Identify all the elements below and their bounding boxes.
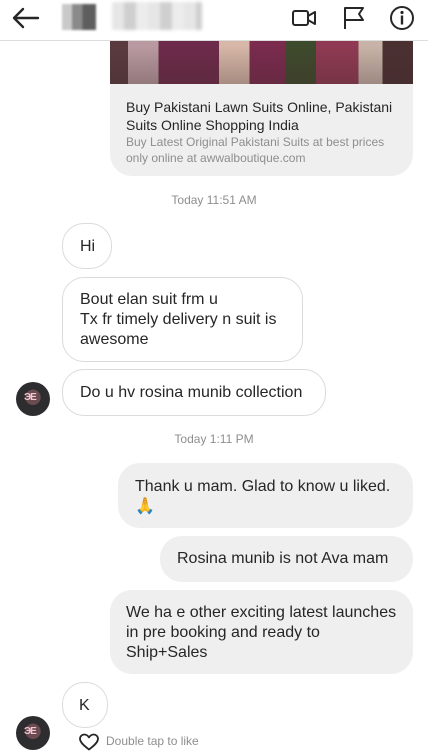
message-bubble-sent[interactable]: Thank u mam. Glad to know u liked. 🙏 bbox=[118, 463, 413, 528]
timestamp: Today 11:51 AM bbox=[171, 193, 257, 207]
double-tap-hint: Double tap to like bbox=[106, 734, 199, 748]
message-bubble-sent[interactable]: Rosina munib is not Ava mam bbox=[160, 536, 413, 582]
message-bubble-received[interactable]: Do u hv rosina munib collection bbox=[62, 369, 326, 416]
message-bubble-sent[interactable]: We ha e other exciting latest launches i… bbox=[110, 590, 413, 674]
contact-profile-avatar[interactable]: ЭE bbox=[16, 382, 50, 416]
message-bubble-received[interactable]: K bbox=[62, 682, 108, 728]
contact-name[interactable] bbox=[112, 2, 202, 30]
flag-icon[interactable] bbox=[340, 4, 368, 32]
video-camera-icon[interactable] bbox=[290, 4, 318, 32]
message-text: Hi bbox=[80, 238, 96, 255]
message-text: Thank u mam. Glad to know u liked. 🙏 bbox=[135, 478, 391, 515]
contact-profile-avatar[interactable]: ЭE bbox=[16, 716, 50, 750]
message-bubble-received[interactable]: Bout elan suit frm u Tx fr timely delive… bbox=[62, 277, 303, 362]
info-icon[interactable] bbox=[388, 4, 416, 32]
chat-header bbox=[0, 0, 428, 41]
link-preview-description: Buy Latest Original Pakistani Suits at b… bbox=[126, 135, 385, 165]
contact-avatar[interactable] bbox=[62, 4, 96, 30]
message-text: We ha e other exciting latest launches i… bbox=[126, 604, 397, 661]
message-text: K bbox=[79, 697, 90, 714]
message-text: Do u hv rosina munib collection bbox=[80, 384, 303, 401]
message-bubble-received[interactable]: Hi bbox=[62, 223, 112, 269]
arrow-left-icon[interactable] bbox=[8, 4, 42, 32]
link-preview-title: Buy Pakistani Lawn Suits Online, Pakista… bbox=[126, 99, 393, 133]
message-text: Bout elan suit frm u Tx fr timely delive… bbox=[80, 291, 277, 348]
heart-icon[interactable] bbox=[78, 733, 100, 751]
message-text: Rosina munib is not Ava mam bbox=[177, 550, 389, 567]
timestamp: Today 1:11 PM bbox=[174, 432, 254, 446]
